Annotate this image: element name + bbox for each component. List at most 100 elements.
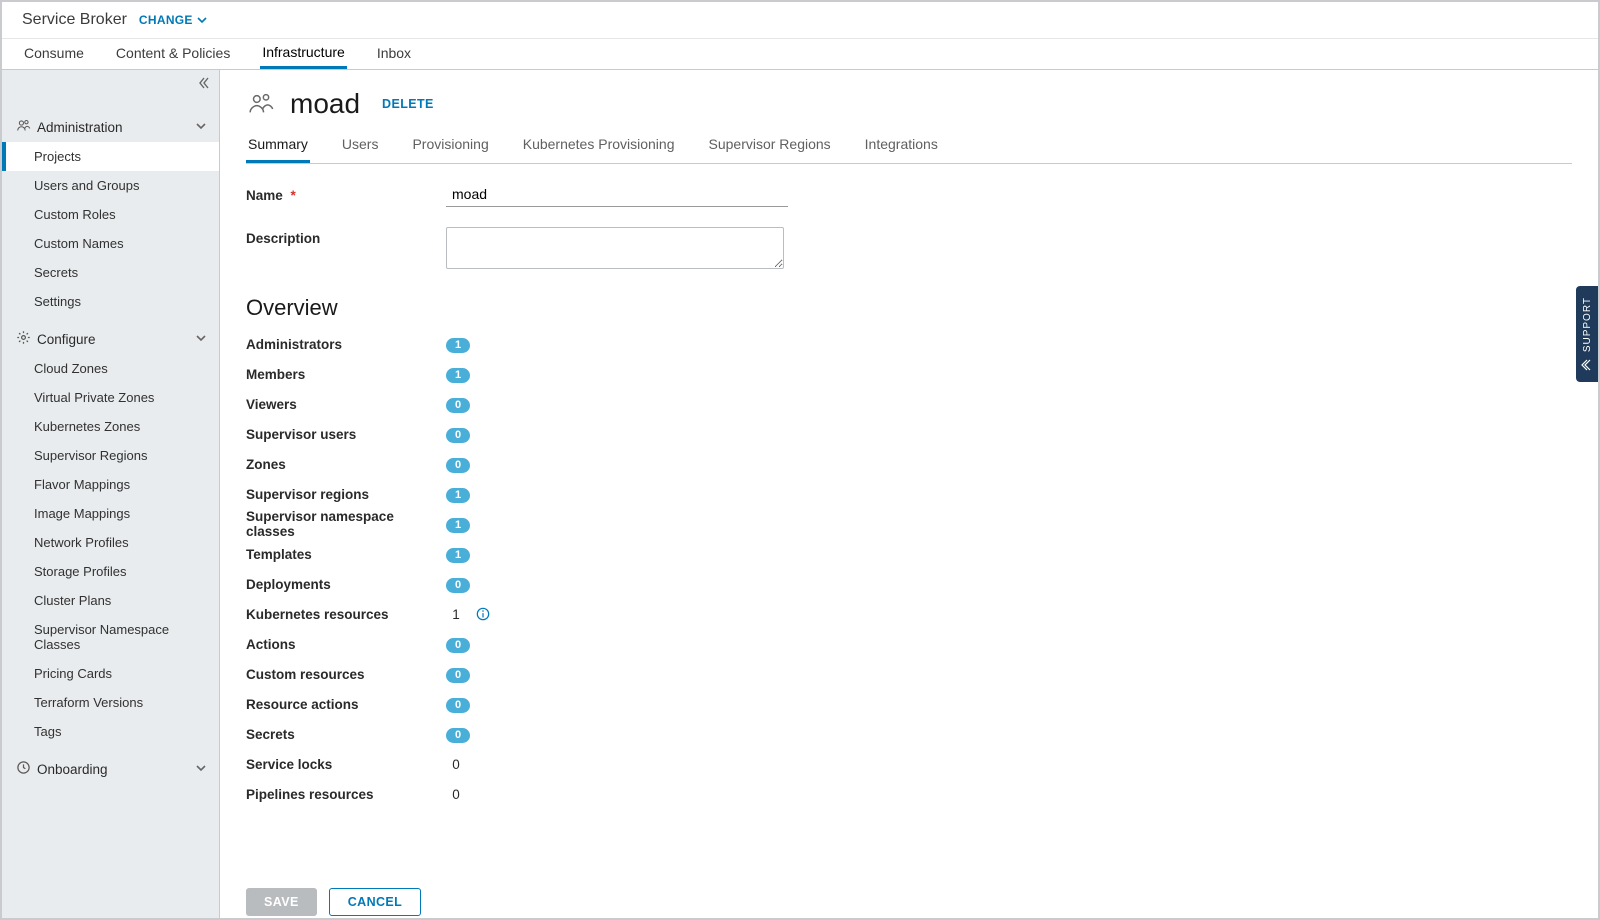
primary-nav-tabs: Consume Content & Policies Infrastructure I… [2, 39, 1598, 70]
overview-value: 1 [446, 366, 470, 383]
overview-value: 1 [446, 607, 466, 622]
overview-value: 0 [446, 396, 470, 413]
tab-integrations[interactable]: Integrations [863, 130, 940, 163]
sidebar-item-virtual-private-zones[interactable]: Virtual Private Zones [2, 383, 219, 412]
change-product-link[interactable]: CHANGE [139, 13, 207, 27]
sidebar-item-settings[interactable]: Settings [2, 287, 219, 316]
product-name: Service Broker [22, 11, 127, 29]
sidebar-section-label: Administration [37, 120, 123, 135]
cancel-button[interactable]: CANCEL [329, 888, 421, 916]
overview-row-supervisor-users: Supervisor users0 [246, 419, 1572, 449]
change-label: CHANGE [139, 13, 193, 27]
sidebar-item-flavor-mappings[interactable]: Flavor Mappings [2, 470, 219, 499]
sidebar-item-supervisor-namespace-classes[interactable]: Supervisor Namespace Classes [2, 615, 219, 659]
overview-value: 0 [446, 456, 470, 473]
overview-value: 0 [446, 636, 470, 653]
support-tab[interactable]: SUPPORT [1576, 286, 1598, 382]
name-input[interactable] [446, 184, 788, 207]
sidebar-item-pricing-cards[interactable]: Pricing Cards [2, 659, 219, 688]
overview-row-supervisor-regions: Supervisor regions1 [246, 479, 1572, 509]
overview-row-service-locks: Service locks0 [246, 749, 1572, 779]
detail-tabs: Summary Users Provisioning Kubernetes Provi… [246, 130, 1572, 164]
overview-row-administrators: Administrators1 [246, 329, 1572, 359]
overview-value: 1 [446, 486, 470, 503]
sidebar-item-custom-roles[interactable]: Custom Roles [2, 200, 219, 229]
name-row: Name * [246, 184, 1572, 207]
overview-row-secrets: Secrets0 [246, 719, 1572, 749]
tab-summary[interactable]: Summary [246, 130, 310, 163]
save-button[interactable]: SAVE [246, 888, 317, 916]
tab-users[interactable]: Users [340, 130, 381, 163]
overview-label: Kubernetes resources [246, 607, 446, 622]
sidebar-section-configure[interactable]: Configure [2, 322, 219, 354]
sidebar-item-tags[interactable]: Tags [2, 717, 219, 746]
sidebar-item-users-and-groups[interactable]: Users and Groups [2, 171, 219, 200]
sidebar-item-projects[interactable]: Projects [2, 142, 219, 171]
sidebar-item-secrets[interactable]: Secrets [2, 258, 219, 287]
tab-kubernetes-provisioning[interactable]: Kubernetes Provisioning [521, 130, 677, 163]
overview-row-viewers: Viewers0 [246, 389, 1572, 419]
sidebar-item-network-profiles[interactable]: Network Profiles [2, 528, 219, 557]
primary-tab-infrastructure[interactable]: Infrastructure [260, 40, 346, 69]
primary-tab-consume[interactable]: Consume [22, 41, 86, 69]
footer-actions: SAVE CANCEL [220, 880, 1598, 920]
overview-label: Actions [246, 637, 446, 652]
overview-value: 0 [446, 787, 466, 802]
info-icon[interactable] [476, 607, 490, 621]
sidebar-section-onboarding[interactable]: Onboarding [2, 752, 219, 784]
overview-label: Supervisor regions [246, 487, 446, 502]
overview-label: Templates [246, 547, 446, 562]
overview-label: Pipelines resources [246, 787, 446, 802]
overview-row-actions: Actions0 [246, 629, 1572, 659]
overview-row-resource-actions: Resource actions0 [246, 689, 1572, 719]
chevron-left-icon [1581, 359, 1593, 371]
sidebar-section-administration[interactable]: Administration [2, 110, 219, 142]
page-header: moad DELETE [246, 88, 1572, 120]
sidebar: AdministrationProjectsUsers and GroupsCu… [2, 70, 220, 920]
sidebar-item-storage-profiles[interactable]: Storage Profiles [2, 557, 219, 586]
overview-label: Deployments [246, 577, 446, 592]
overview-label: Administrators [246, 337, 446, 352]
overview-row-pipelines-resources: Pipelines resources0 [246, 779, 1572, 809]
admin-icon [16, 118, 31, 136]
sidebar-item-terraform-versions[interactable]: Terraform Versions [2, 688, 219, 717]
overview-value: 1 [446, 336, 470, 353]
project-icon [246, 89, 276, 119]
sidebar-section-label: Configure [37, 332, 96, 347]
gear-icon [16, 330, 31, 348]
overview-label: Members [246, 367, 446, 382]
sidebar-item-custom-names[interactable]: Custom Names [2, 229, 219, 258]
overview-value: 0 [446, 666, 470, 683]
overview-label: Secrets [246, 727, 446, 742]
overview-label: Zones [246, 457, 446, 472]
overview-value: 0 [446, 426, 470, 443]
overview-row-zones: Zones0 [246, 449, 1572, 479]
overview-value: 1 [446, 546, 470, 563]
page-title: moad [290, 88, 360, 120]
primary-tab-content-policies[interactable]: Content & Policies [114, 41, 232, 69]
overview-row-custom-resources: Custom resources0 [246, 659, 1572, 689]
sidebar-item-kubernetes-zones[interactable]: Kubernetes Zones [2, 412, 219, 441]
sidebar-item-cluster-plans[interactable]: Cluster Plans [2, 586, 219, 615]
description-textarea[interactable] [446, 227, 784, 269]
overview-label: Custom resources [246, 667, 446, 682]
tab-supervisor-regions[interactable]: Supervisor Regions [707, 130, 833, 163]
overview-value: 1 [446, 516, 470, 533]
content-area: moad DELETE Summary Users Provisioning Kube… [220, 70, 1598, 920]
sidebar-item-cloud-zones[interactable]: Cloud Zones [2, 354, 219, 383]
overview-row-kubernetes-resources: Kubernetes resources1 [246, 599, 1572, 629]
tab-provisioning[interactable]: Provisioning [410, 130, 490, 163]
primary-tab-inbox[interactable]: Inbox [375, 41, 413, 69]
chevron-down-icon [195, 332, 207, 347]
overview-label: Supervisor users [246, 427, 446, 442]
clock-icon [16, 760, 31, 778]
top-bar: Service Broker CHANGE [2, 2, 1598, 39]
collapse-sidebar-icon[interactable] [197, 76, 211, 93]
sidebar-item-supervisor-regions[interactable]: Supervisor Regions [2, 441, 219, 470]
overview-row-templates: Templates1 [246, 539, 1572, 569]
chevron-down-icon [197, 15, 207, 25]
support-label: SUPPORT [1582, 297, 1593, 352]
sidebar-item-image-mappings[interactable]: Image Mappings [2, 499, 219, 528]
delete-button[interactable]: DELETE [382, 97, 434, 111]
overview-value: 0 [446, 576, 470, 593]
